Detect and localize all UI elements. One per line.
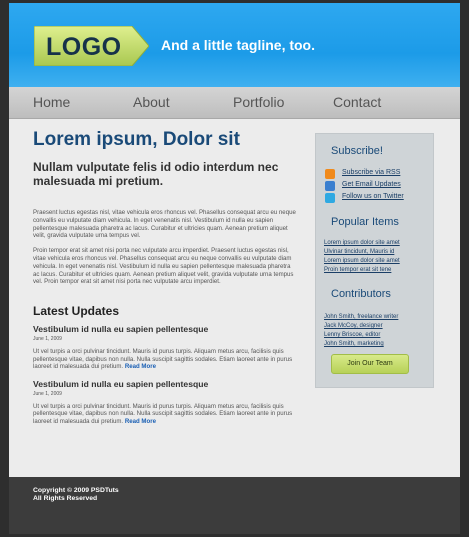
sidebar: Subscribe! Subscribe via RSS Get Email U…	[315, 133, 434, 388]
popular-item-link[interactable]: Lorem ipsum dolor site amet	[324, 258, 400, 264]
header: LOGO And a little tagline, too.	[9, 3, 460, 87]
footer-copyright: Copyright © 2009 PSDTuts	[33, 487, 119, 494]
popular-item-link[interactable]: Ulvinar tincidunt, Mauris id	[324, 249, 394, 255]
subscribe-link-label: Get Email Updates	[342, 181, 401, 188]
update-title[interactable]: Vestibulum id nulla eu sapien pellentesq…	[33, 379, 298, 389]
logo-text: LOGO	[46, 33, 122, 61]
email-icon	[325, 181, 335, 191]
footer-rights: All Rights Reserved	[33, 495, 98, 502]
update-date: June 1, 2009	[33, 390, 62, 397]
subscribe-heading: Subscribe!	[331, 145, 383, 157]
popular-heading: Popular Items	[331, 216, 399, 228]
updates-heading: Latest Updates	[33, 304, 120, 319]
subscribe-link-label: Follow us on Twitter	[342, 193, 404, 200]
footer: Copyright © 2009 PSDTuts All Rights Rese…	[9, 477, 460, 534]
page-subtitle: Nullam vulputate felis id odio interdum …	[33, 160, 279, 188]
read-more-link[interactable]: Read More	[125, 418, 156, 425]
read-more-link[interactable]: Read More	[125, 363, 156, 370]
update-text: Ut vel turpis a orci pulvinar tincidunt.…	[33, 402, 293, 425]
main-nav: Home About Portfolio Contact	[9, 87, 460, 119]
body-paragraph: Praesent luctus egestas nisl, vitae vehi…	[33, 209, 296, 240]
join-team-button[interactable]: Join Our Team	[331, 354, 409, 374]
update-text: Ut vel turpis a orci pulvinar tincidunt.…	[33, 348, 293, 371]
contributor-link[interactable]: Jack McCoy, designer	[324, 323, 383, 329]
nav-item-contact[interactable]: Contact	[333, 94, 381, 110]
page-title: Lorem ipsum, Dolor sit	[33, 129, 240, 150]
update-date: June 1, 2009	[33, 336, 62, 343]
contributors-heading: Contributors	[331, 288, 391, 300]
subscribe-link-label: Subscribe via RSS	[342, 169, 401, 176]
nav-item-portfolio[interactable]: Portfolio	[233, 94, 284, 110]
logo[interactable]: LOGO	[34, 26, 149, 66]
popular-item-link[interactable]: Lorem ipsum dolor site amet	[324, 240, 400, 246]
page: LOGO And a little tagline, too. Home Abo…	[9, 3, 460, 534]
contributor-link[interactable]: John Smith, marketing	[324, 341, 384, 347]
nav-item-about[interactable]: About	[133, 94, 170, 110]
rss-icon	[325, 169, 335, 179]
contributor-link[interactable]: Lenny Briscoe, editor	[324, 332, 380, 338]
main-content: Lorem ipsum, Dolor sit Nullam vulputate …	[33, 129, 298, 425]
nav-item-home[interactable]: Home	[33, 94, 70, 110]
update-body: Ut vel turpis a orci pulvinar tincidunt.…	[33, 403, 298, 426]
update-title[interactable]: Vestibulum id nulla eu sapien pellentesq…	[33, 324, 298, 334]
body-paragraph: Proin tempor erat sit amet nisi porta ne…	[33, 247, 294, 286]
update-body: Ut vel turpis a orci pulvinar tincidunt.…	[33, 348, 298, 371]
contributor-link[interactable]: John Smith, freelance writer	[324, 314, 398, 320]
tagline: And a little tagline, too.	[161, 37, 315, 53]
twitter-icon	[325, 193, 335, 203]
popular-item-link[interactable]: Proin tempor erat sit tene	[324, 267, 391, 273]
